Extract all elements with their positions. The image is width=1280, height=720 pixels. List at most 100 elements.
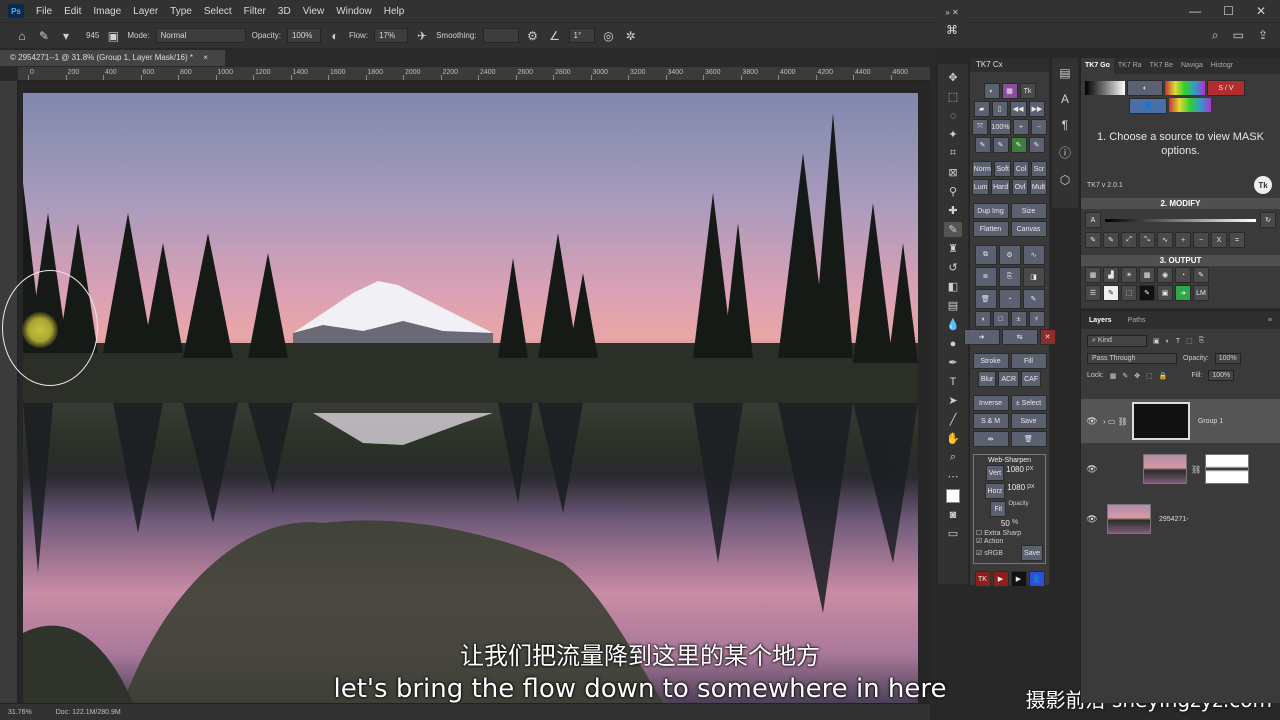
menu-edit[interactable]: Edit bbox=[58, 6, 87, 17]
search-icon[interactable]: ⌕ bbox=[1212, 28, 1219, 43]
layer-row-adjustment[interactable]: 👁 ⛓ bbox=[1081, 447, 1280, 491]
tk-fill-icon[interactable]: ◔ bbox=[998, 289, 1021, 309]
filter-smart-icon[interactable]: ⎘ bbox=[1199, 337, 1205, 345]
brush-settings-icon[interactable]: ▣ bbox=[105, 28, 121, 44]
tk-arrow-in-icon[interactable]: ➜ bbox=[963, 329, 1000, 345]
tk-sm-button[interactable]: S & M bbox=[972, 413, 1009, 429]
tk-fill-button[interactable]: Fill bbox=[1010, 353, 1047, 369]
move-tool-icon[interactable]: ✥ bbox=[944, 70, 962, 85]
tk-select-button[interactable]: ± Select bbox=[1010, 395, 1047, 411]
tk-bw-icon[interactable]: ◑ bbox=[974, 311, 991, 327]
menu-file[interactable]: File bbox=[30, 6, 58, 17]
frame-tool-icon[interactable]: ⊠ bbox=[944, 165, 962, 180]
menu-image[interactable]: Image bbox=[87, 6, 127, 17]
tk-prev-icon[interactable]: ◀◀ bbox=[1009, 101, 1027, 117]
visibility-eye-icon[interactable]: 👁 bbox=[1081, 464, 1103, 475]
menu-type[interactable]: Type bbox=[164, 6, 198, 17]
lock-paint-icon[interactable]: ✎ bbox=[1122, 372, 1128, 380]
user-button-icon[interactable]: 👤 bbox=[1129, 98, 1167, 114]
panel-menu-icon[interactable]: ≡ bbox=[1260, 317, 1280, 324]
modify-minus[interactable]: − bbox=[1193, 232, 1209, 248]
menu-select[interactable]: Select bbox=[198, 6, 238, 17]
output-camera-icon[interactable]: ◉ bbox=[1157, 267, 1173, 283]
crop-tool-icon[interactable]: ⌗ bbox=[944, 146, 962, 161]
tk-brush-green-icon[interactable]: ✎ bbox=[1010, 137, 1027, 153]
tab-tk7-be[interactable]: TK7 Be bbox=[1146, 58, 1177, 74]
tk-stack-icon[interactable]: ⧈ bbox=[974, 267, 997, 287]
document-tab[interactable]: © 2954271--1 @ 31.8% (Group 1, Layer Mas… bbox=[0, 50, 225, 66]
tk-blend-mult[interactable]: Mult bbox=[1029, 179, 1047, 195]
output-select-icon[interactable]: ⬚ bbox=[1121, 285, 1137, 301]
quick-mask-icon[interactable]: ◙ bbox=[944, 507, 962, 522]
tk-swap-icon[interactable]: ⇆ bbox=[1001, 329, 1038, 345]
blur-tool-icon[interactable]: 💧 bbox=[944, 317, 962, 332]
modify-x[interactable]: X bbox=[1211, 232, 1227, 248]
tk-blend-scr[interactable]: Scr bbox=[1031, 161, 1047, 177]
modify-brush2-icon[interactable]: ✎ bbox=[1103, 232, 1119, 248]
tk-copy-icon[interactable]: ⎘ bbox=[998, 267, 1021, 287]
tk-badge-icon[interactable]: Tk bbox=[1254, 176, 1272, 194]
tk-blend-col[interactable]: Col bbox=[1013, 161, 1029, 177]
tk-brush-black-icon[interactable]: ✎ bbox=[974, 137, 991, 153]
tab-histogram[interactable]: Histogr bbox=[1207, 58, 1237, 74]
output-grid-icon[interactable]: ▩ bbox=[1139, 267, 1155, 283]
layer-fill-field[interactable]: 100% bbox=[1208, 370, 1235, 381]
tk-blend-lum[interactable]: Lum bbox=[972, 179, 990, 195]
action-checkbox[interactable]: ☑ Action bbox=[976, 537, 1043, 545]
brush-tool-icon[interactable]: ✎ bbox=[36, 28, 52, 44]
modify-slider[interactable] bbox=[1105, 218, 1256, 222]
blend-mode-select[interactable]: Pass Through bbox=[1087, 353, 1177, 364]
tk-bolt-icon[interactable]: ⚡ bbox=[1028, 311, 1045, 327]
tk-brush-icon[interactable]: ✎ bbox=[1022, 289, 1045, 309]
tk-zoom-in-icon[interactable]: + bbox=[1013, 119, 1029, 135]
lock-pixels-icon[interactable]: ▦ bbox=[1110, 372, 1117, 380]
dodge-tool-icon[interactable]: ● bbox=[944, 336, 962, 351]
zoom-tool-icon[interactable]: ⌕ bbox=[944, 450, 962, 465]
layer-name[interactable]: Group 1 bbox=[1198, 418, 1223, 425]
layer-image-thumbnail[interactable] bbox=[1107, 504, 1151, 534]
visibility-eye-icon[interactable]: 👁 bbox=[1081, 514, 1103, 525]
output-menu-icon[interactable]: ☰ bbox=[1085, 285, 1101, 301]
flow-field[interactable]: 17% bbox=[374, 28, 409, 43]
angle-field[interactable]: 1° bbox=[568, 28, 595, 43]
modify-equals[interactable]: = bbox=[1229, 232, 1245, 248]
mode-select[interactable]: Normal bbox=[155, 28, 246, 43]
more-tools-icon[interactable]: ⋯ bbox=[944, 469, 962, 484]
line-tool-icon[interactable]: ╱ bbox=[944, 412, 962, 427]
tab-tk7-ra[interactable]: TK7 Ra bbox=[1114, 58, 1146, 74]
modify-expand-icon[interactable]: ⤢ bbox=[1121, 232, 1137, 248]
lock-artboard-icon[interactable]: ⬚ bbox=[1146, 372, 1153, 380]
tk-inverse-button[interactable]: Inverse bbox=[972, 395, 1009, 411]
pressure-size-icon[interactable]: ◎ bbox=[601, 28, 617, 44]
tk-percent-button[interactable]: 100% bbox=[990, 119, 1011, 135]
minimize-icon[interactable]: — bbox=[1189, 4, 1201, 18]
tk-blend-norm[interactable]: Norm bbox=[972, 161, 993, 177]
filter-shape-icon[interactable]: ⬚ bbox=[1186, 337, 1193, 345]
tk-next-icon[interactable]: ▶▶ bbox=[1028, 101, 1046, 117]
tk-play-red-icon[interactable]: ▶ bbox=[992, 571, 1009, 587]
plugin-icon[interactable]: ⌘ bbox=[938, 23, 966, 37]
eyedropper-tool-icon[interactable]: ⚲ bbox=[944, 184, 962, 199]
tk-settings-icon[interactable]: ⚙ bbox=[998, 245, 1021, 265]
tab-tk7-go[interactable]: TK7 Go bbox=[1081, 58, 1114, 74]
info-panel-icon[interactable]: ⓘ bbox=[1059, 144, 1071, 161]
tab-paths[interactable]: Paths bbox=[1120, 317, 1154, 324]
pen-tool-icon[interactable]: ✒ bbox=[944, 355, 962, 370]
clone-stamp-icon[interactable]: ♜ bbox=[944, 241, 962, 256]
output-sun-icon[interactable]: ☀ bbox=[1121, 267, 1137, 283]
tk-curve-icon[interactable]: ∿ bbox=[1022, 245, 1045, 265]
ruler-left[interactable] bbox=[0, 81, 18, 703]
vert-value[interactable]: 1080 bbox=[1006, 465, 1024, 481]
tk-dup-img-button[interactable]: Dup Img bbox=[972, 203, 1009, 219]
tk-trash-icon[interactable]: 🗑 bbox=[974, 289, 997, 309]
lasso-tool-icon[interactable]: ◌ bbox=[944, 108, 962, 123]
vert-button[interactable]: Vert bbox=[985, 465, 1005, 481]
workspace-icon[interactable]: ▭ bbox=[1233, 28, 1244, 43]
home-icon[interactable]: ⌂ bbox=[14, 28, 30, 44]
gradient-tool-icon[interactable]: ▤ bbox=[944, 298, 962, 313]
cube-panel-icon[interactable]: ⬡ bbox=[1060, 173, 1070, 187]
symmetry-icon[interactable]: ✲ bbox=[623, 28, 639, 44]
chevron-down-icon[interactable]: ▾ bbox=[58, 28, 74, 44]
tk-delete-icon[interactable]: 🗑 bbox=[1010, 431, 1047, 447]
output-levels-icon[interactable]: ▦ bbox=[1085, 267, 1101, 283]
